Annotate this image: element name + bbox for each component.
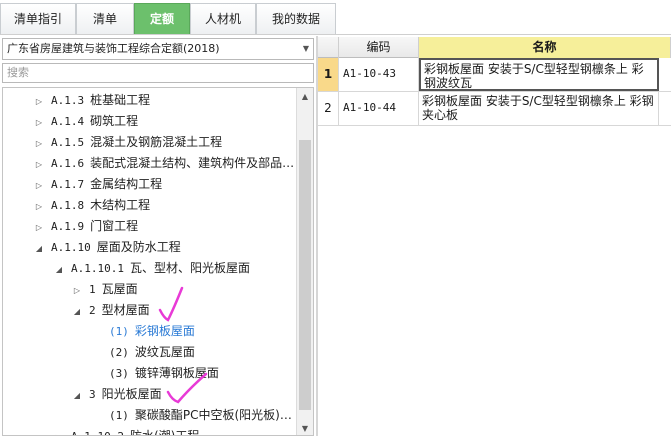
- tree-item-code: (1): [109, 325, 129, 338]
- tree-item[interactable]: ▷ A.1.10.2 防水(潮)工程: [53, 426, 200, 436]
- tree-item[interactable]: ▷ A.1.5 混凝土及钢筋混凝土工程: [33, 132, 222, 153]
- tree-item-label: 彩钢板屋面: [134, 324, 195, 338]
- code-column-header[interactable]: 编码: [339, 37, 419, 58]
- tree-item-label: 聚碳酸酯PC中空板(阳光板)…: [134, 408, 292, 422]
- expand-arrow-icon[interactable]: ▷: [33, 112, 45, 133]
- tree-item-code: 2: [89, 304, 96, 317]
- tab-quota[interactable]: 定额: [134, 3, 190, 34]
- tab-labor-material-machine[interactable]: 人材机: [190, 3, 256, 34]
- tree-item-code: A.1.10.2: [71, 430, 124, 435]
- tree-item-code: 3: [89, 388, 96, 401]
- quota-tree: ▷ A.1.3 桩基础工程 ▷ A.1.4 砌筑工程 ▷ A.1.5 混凝土及钢筋混凝土工程 ▷ A…: [2, 87, 314, 436]
- tree-item-code: A.1.3: [51, 94, 85, 107]
- tab-bar: 清单指引 清单 定额 人材机 我的数据: [0, 0, 671, 35]
- expand-arrow-icon[interactable]: ▷: [71, 280, 83, 301]
- expand-arrow-icon[interactable]: ▷: [33, 196, 45, 217]
- tree-item[interactable]: ▷ A.1.9 门窗工程: [33, 216, 138, 237]
- tree-item-label: 木结构工程: [90, 198, 151, 212]
- tree-item-label: 瓦、型材、阳光板屋面: [129, 261, 250, 275]
- row-number: 2: [318, 92, 339, 125]
- tree-item-label: 防水(潮)工程: [129, 429, 200, 436]
- expand-arrow-icon[interactable]: ▷: [33, 154, 45, 175]
- quota-library-select[interactable]: 广东省房屋建筑与装饰工程综合定额(2018) ▼: [2, 38, 314, 60]
- chevron-down-icon: ▼: [302, 44, 309, 53]
- tree-item-label: 砌筑工程: [90, 114, 139, 128]
- expand-arrow-icon[interactable]: ▷: [33, 175, 45, 196]
- tree-item[interactable]: ◢ 3 阳光板屋面: [71, 384, 162, 405]
- tree-item-label: 阳光板屋面: [101, 387, 162, 401]
- expand-arrow-icon[interactable]: ▷: [33, 91, 45, 112]
- tree-item-code: A.1.8: [51, 199, 85, 212]
- tree-item-label: 门窗工程: [90, 219, 139, 233]
- tree-item[interactable]: (2) 波纹瓦屋面: [91, 342, 195, 363]
- tree-item-code: (1): [109, 409, 129, 422]
- grid-header: 编码 名称: [318, 37, 671, 58]
- tree-item-code: A.1.7: [51, 178, 85, 191]
- collapse-arrow-icon[interactable]: ◢: [71, 301, 83, 322]
- search-input[interactable]: 搜索: [2, 63, 314, 83]
- tree-item[interactable]: ▷ A.1.4 砌筑工程: [33, 111, 138, 132]
- tree-item-code: A.1.4: [51, 115, 85, 128]
- quota-name: 彩钢板屋面 安装于S/C型轻型钢檩条上 彩钢波纹瓦: [419, 58, 659, 91]
- tree-item-code: 1: [89, 283, 96, 296]
- tree-item-label: 型材屋面: [101, 303, 150, 317]
- tree-item-label: 镀锌薄钢板屋面: [134, 366, 219, 380]
- tree-item[interactable]: ▷ A.1.6 装配式混凝土结构、建筑构件及部品…: [33, 153, 294, 174]
- collapse-arrow-icon[interactable]: ◢: [33, 238, 45, 259]
- tree-item-code: A.1.5: [51, 136, 85, 149]
- quota-tree-panel: 广东省房屋建筑与装饰工程综合定额(2018) ▼ 搜索 ▷ A.1.3 桩基础工程 ▷…: [0, 36, 316, 436]
- tree-item-label: 屋面及防水工程: [96, 240, 181, 254]
- tab-my-data[interactable]: 我的数据: [256, 3, 336, 34]
- tab-bill[interactable]: 清单: [76, 3, 134, 34]
- scroll-down-icon[interactable]: ▼: [297, 420, 313, 435]
- tree-item-label: 桩基础工程: [90, 93, 151, 107]
- name-column-header[interactable]: 名称: [419, 37, 671, 58]
- tree-item[interactable]: ◢ 2 型材屋面: [71, 300, 150, 321]
- tree-item[interactable]: ▷ A.1.3 桩基础工程: [33, 90, 150, 111]
- scrollbar-thumb[interactable]: [299, 140, 311, 410]
- tree-item[interactable]: (1) 聚碳酸酯PC中空板(阳光板)…: [91, 405, 292, 426]
- tree-item-code: A.1.10.1: [71, 262, 124, 275]
- table-row[interactable]: 1 A1-10-43 彩钢板屋面 安装于S/C型轻型钢檩条上 彩钢波纹瓦: [318, 58, 671, 92]
- collapse-arrow-icon[interactable]: ◢: [71, 385, 83, 406]
- collapse-arrow-icon[interactable]: ◢: [53, 259, 65, 280]
- expand-arrow-icon[interactable]: ▷: [33, 217, 45, 238]
- tree-item[interactable]: ▷ A.1.7 金属结构工程: [33, 174, 162, 195]
- tree-item[interactable]: ▷ 1 瓦屋面: [71, 279, 138, 300]
- tree-item-code: A.1.6: [51, 157, 85, 170]
- tree-item[interactable]: ▷ A.1.8 木结构工程: [33, 195, 150, 216]
- tree-item[interactable]: ◢ A.1.10.1 瓦、型材、阳光板屋面: [53, 258, 250, 279]
- row-number-header: [318, 37, 339, 58]
- quota-library-value: 广东省房屋建筑与装饰工程综合定额(2018): [7, 42, 220, 55]
- table-row[interactable]: 2 A1-10-44 彩钢板屋面 安装于S/C型轻型钢檩条上 彩钢夹心板: [318, 92, 671, 126]
- tree-item-label: 瓦屋面: [101, 282, 138, 296]
- tree-item-code: (2): [109, 346, 129, 359]
- expand-arrow-icon[interactable]: ▷: [53, 427, 65, 435]
- tree-item[interactable]: (1) 彩钢板屋面: [91, 321, 195, 342]
- quota-code: A1-10-43: [339, 58, 419, 91]
- tree-item-label: 金属结构工程: [90, 177, 163, 191]
- tree-item[interactable]: (3) 镀锌薄钢板屋面: [91, 363, 219, 384]
- expand-arrow-icon[interactable]: ▷: [33, 133, 45, 154]
- tree-item-code: A.1.10: [51, 241, 91, 254]
- quota-name: 彩钢板屋面 安装于S/C型轻型钢檩条上 彩钢夹心板: [419, 92, 659, 125]
- tree-item-label: 波纹瓦屋面: [134, 345, 195, 359]
- quota-code: A1-10-44: [339, 92, 419, 125]
- tree-item[interactable]: ◢ A.1.10 屋面及防水工程: [33, 237, 181, 258]
- quota-grid: 编码 名称 1 A1-10-43 彩钢板屋面 安装于S/C型轻型钢檩条上 彩钢波…: [318, 37, 671, 436]
- tree-item-code: (3): [109, 367, 129, 380]
- tree-item-label: 混凝土及钢筋混凝土工程: [90, 135, 223, 149]
- scroll-up-icon[interactable]: ▲: [297, 88, 313, 105]
- tree-item-code: A.1.9: [51, 220, 85, 233]
- tab-bill-guide[interactable]: 清单指引: [0, 3, 76, 34]
- row-number: 1: [318, 58, 339, 91]
- tree-item-label: 装配式混凝土结构、建筑构件及部品…: [90, 156, 295, 170]
- tree-scrollbar[interactable]: ▲ ▼: [296, 88, 313, 435]
